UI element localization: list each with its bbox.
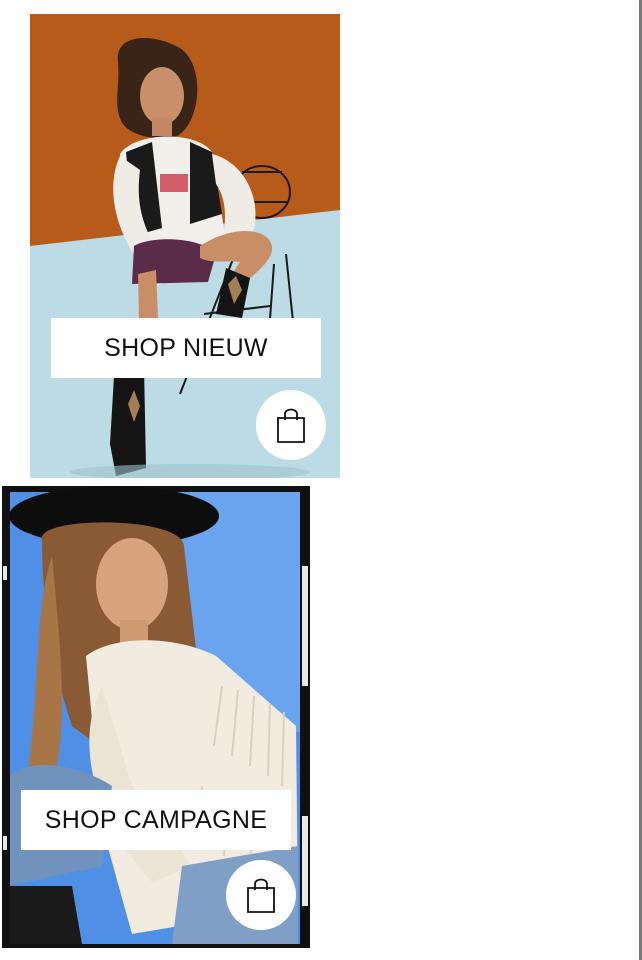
promo-card-campaign[interactable]: SHOP CAMPAGNE — [2, 486, 310, 948]
promo-card-new[interactable]: SHOP NIEUW — [30, 14, 340, 478]
shop-new-button[interactable]: SHOP NIEUW — [51, 318, 321, 378]
add-to-bag-button[interactable] — [226, 860, 296, 930]
page: SHOP NIEUW SHOP CAMPAGNE — [0, 0, 642, 960]
shopping-bag-icon — [246, 876, 276, 914]
shop-campaign-button[interactable]: SHOP CAMPAGNE — [21, 790, 291, 850]
add-to-bag-button[interactable] — [256, 390, 326, 460]
shopping-bag-icon — [276, 406, 306, 444]
